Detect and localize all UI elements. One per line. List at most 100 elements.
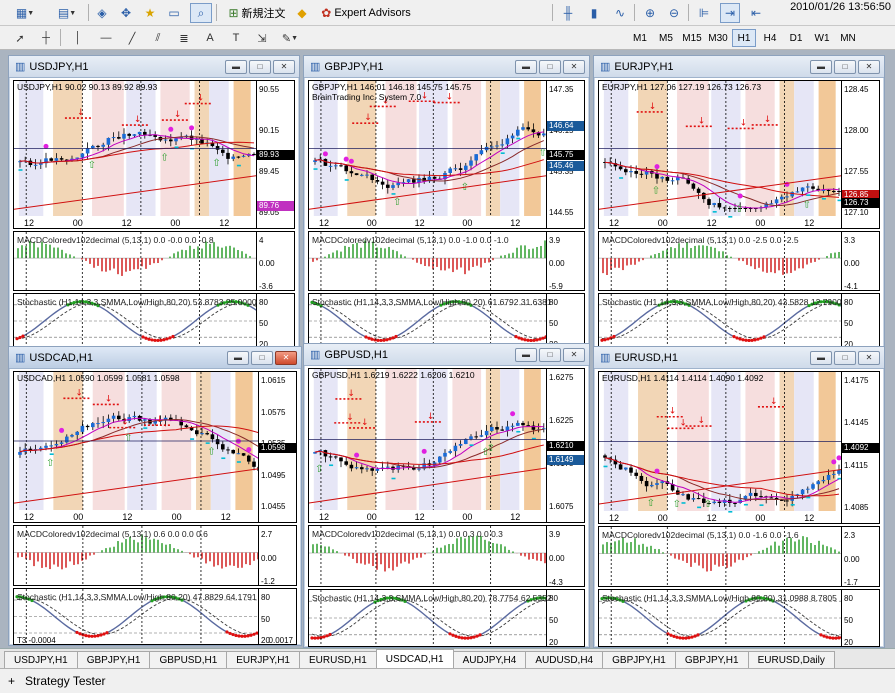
chart-window[interactable]: ▥GBPJPY,H1▬□✕↓↓↓↓⇧⇧⇧GBPJPY,H1 146.01 146… (303, 55, 590, 350)
shapes-dropdown[interactable]: ✎ ▼ (278, 28, 302, 48)
new-chart-button[interactable]: ▦ ▼ (6, 3, 44, 23)
close-button[interactable]: ✕ (858, 351, 880, 365)
vertical-line-tool[interactable]: │ (68, 28, 88, 48)
strategy-tester-bar[interactable]: + Strategy Tester (0, 668, 895, 693)
chart-window-titlebar[interactable]: ▥ USDJPY,H1 ▬ □ ✕ (9, 56, 299, 78)
expert-advisors-button[interactable]: ✿ Expert Advisors (314, 3, 418, 23)
chart-window[interactable]: ▥ USDCAD,H1 ▬ □ ✕ ↓ ↓ ↓ ↓ ⇧ ⇧ ⇧ USDCAD,H1 1.0590 1.0… (8, 346, 302, 646)
price-pane[interactable]: ↓ ↓ ↓ ↓ ⇧ ⇧ ⇧ EURUSD,H1 1.4114 1.4114 1.4090 1.… (598, 371, 880, 524)
close-button[interactable]: ✕ (858, 60, 880, 74)
chart-tab[interactable]: USDJPY,H1 (4, 651, 78, 668)
terminal-button[interactable]: ▭ (164, 3, 184, 23)
alert-button[interactable]: ◆ (292, 3, 312, 23)
minimize-button[interactable]: ▬ (810, 351, 832, 365)
minimize-button[interactable]: ▬ (810, 60, 832, 74)
macd-pane[interactable]: MACDColoredv102decimal (5,13,1) 0.0 0.3 … (308, 525, 585, 587)
maximize-button[interactable]: □ (251, 351, 273, 365)
chart-window-titlebar[interactable]: ▥ EURJPY,H1 ▬ □ ✕ (594, 56, 884, 78)
tester-collapse-icon[interactable]: + (8, 674, 15, 688)
chart-tab[interactable]: GBPJPY,H1 (76, 651, 151, 668)
line-chart-button[interactable]: ∿ (610, 3, 630, 23)
close-button[interactable]: ✕ (563, 60, 585, 74)
chart-tab[interactable]: AUDUSD,H4 (525, 651, 604, 668)
fibonacci-tool[interactable]: ≣ (174, 28, 194, 48)
macd-pane[interactable]: MACDColoredv102decimal (5,13,1) 0.0 -2.5… (598, 231, 880, 291)
timeframe-h1[interactable]: H1 (732, 29, 756, 47)
chart-tab[interactable]: AUDJPY,H4 (452, 651, 527, 668)
chart-window-titlebar[interactable]: ▥ EURUSD,H1 ▬ □ ✕ (594, 347, 884, 369)
chart-window[interactable]: ▥ GBPUSD,H1 ▬ □ ✕ ↓ ↓ ↓ ↓ ⇧ ⇧ ⇧ GBPUSD,H1 1.6219 1.6… (303, 343, 590, 648)
navigator-button[interactable]: ✥ (116, 3, 136, 23)
zoom-out-button[interactable]: ⊖ (664, 3, 684, 23)
cursor-tool[interactable]: ➚ (10, 28, 30, 48)
chart-window-titlebar[interactable]: ▥ GBPJPY,H1 ▬ □ ✕ (304, 56, 589, 78)
stochastic-pane[interactable]: Stochastic (H1,14,3,3,SMMA,Low/High,80,2… (308, 293, 585, 349)
label-tool[interactable]: T (226, 28, 246, 48)
tile-windows-button[interactable]: ⊫ (694, 3, 714, 23)
price-pane[interactable]: ↓ ↓ ↓ ↓ ⇧ ⇧ ⇧ USDCAD,H1 1.0590 1.0599 1.0581 1.… (13, 371, 297, 523)
arrow-tool[interactable]: ⇲ (252, 28, 272, 48)
chart-tab[interactable]: USDCAD,H1 (375, 649, 454, 668)
price-pane[interactable]: ↓ ↓ ↓ ↓ ⇧ ⇧ ⇧ USDJPY,H1 90.02 90.13 89.92 89.93… (13, 80, 295, 229)
minimize-button[interactable]: ▬ (515, 60, 537, 74)
timeframe-m30[interactable]: M30 (706, 29, 730, 47)
timeframe-mn[interactable]: MN (836, 29, 860, 47)
minimize-button[interactable]: ▬ (227, 351, 249, 365)
minimize-button[interactable]: ▬ (515, 348, 537, 362)
stop-marker (205, 442, 210, 444)
chart-window[interactable]: ▥ EURJPY,H1 ▬ □ ✕ ↓ ↓ ↓ ↓ ⇧ ⇧ ⇧ EURJPY,H1 127.06 127… (593, 55, 885, 350)
chart-window[interactable]: ▥ USDJPY,H1 ▬ □ ✕ ↓ ↓ ↓ ↓ ⇧ ⇧ ⇧ USDJPY,H1 90.02 90.1… (8, 55, 300, 350)
stochastic-pane[interactable]: Stochastic (H1,14,3,3,SMMA,Low/High,80,2… (598, 293, 880, 349)
macd-pane[interactable]: MACDColoredv102decimal (5,13,1) 0.0 -1.6… (598, 526, 880, 587)
crosshair-tool[interactable]: ┼ (36, 28, 56, 48)
chart-tab[interactable]: EURUSD,H1 (299, 651, 377, 668)
chart-tab[interactable]: GBPJPY,H1 (674, 651, 749, 668)
text-tool[interactable]: A (200, 28, 220, 48)
macd-pane[interactable]: MACDColoredv102decimal (5,13,1) 0.0 -0.0… (13, 231, 295, 291)
chart-shift-button[interactable]: ⇤ (746, 3, 766, 23)
maximize-button[interactable]: □ (539, 348, 561, 362)
price-pane[interactable]: ↓↓↓↓⇧⇧⇧GBPJPY,H1 146.01 146.18 145.75 14… (308, 80, 585, 229)
trendline-tool[interactable]: ╱ (122, 28, 142, 48)
profiles-button[interactable]: ▤ ▼ (48, 3, 86, 23)
oversold-mark (78, 632, 82, 636)
timeframe-m15[interactable]: M15 (680, 29, 704, 47)
macd-pane[interactable]: MACDColoredv102decimal (5,13,1) 0.6 0.0 … (13, 525, 297, 586)
timeframe-d1[interactable]: D1 (784, 29, 808, 47)
maximize-button[interactable]: □ (834, 351, 856, 365)
close-button[interactable]: ✕ (275, 351, 297, 365)
minimize-button[interactable]: ▬ (225, 60, 247, 74)
close-button[interactable]: ✕ (273, 60, 295, 74)
candle-chart-button[interactable]: ▮ (584, 3, 604, 23)
stochastic-pane[interactable]: Stochastic (H1,14,3,3,SMMA,Low/High,80,2… (598, 589, 880, 647)
timeframe-m1[interactable]: M1 (628, 29, 652, 47)
chart-tab[interactable]: EURUSD,Daily (747, 651, 835, 668)
favorites-button[interactable]: ★ (140, 3, 160, 23)
stochastic-pane[interactable]: Stochastic (H1,14,3,3,SMMA,Low/High,80,2… (308, 589, 585, 647)
auto-scroll-button[interactable]: ⇥ (720, 3, 740, 23)
channel-tool[interactable]: ⫽ (148, 28, 168, 48)
zoom-in-button[interactable]: ⊕ (640, 3, 660, 23)
new-order-button[interactable]: ⊞ 新規注文 (222, 3, 292, 23)
chart-tab[interactable]: GBPUSD,H1 (149, 651, 228, 668)
maximize-button[interactable]: □ (834, 60, 856, 74)
close-button[interactable]: ✕ (563, 348, 585, 362)
chart-window-titlebar[interactable]: ▥ GBPUSD,H1 ▬ □ ✕ (304, 344, 589, 366)
chart-window[interactable]: ▥ EURUSD,H1 ▬ □ ✕ ↓ ↓ ↓ ↓ ⇧ ⇧ ⇧ EURUSD,H1 1.4114 1.4… (593, 346, 885, 648)
timeframe-m5[interactable]: M5 (654, 29, 678, 47)
market-watch-button[interactable]: ◈ (92, 3, 112, 23)
tester-button[interactable]: ⌕ (190, 3, 212, 23)
timeframe-h4[interactable]: H4 (758, 29, 782, 47)
stochastic-pane[interactable]: Stochastic (H1,14,3,3,SMMA,Low/High,80,2… (13, 293, 295, 349)
chart-tab[interactable]: EURJPY,H1 (226, 651, 300, 668)
macd-pane[interactable]: MACDColoredv102decimal (5,13,1) 0.0 -1.0… (308, 231, 585, 291)
timeframe-w1[interactable]: W1 (810, 29, 834, 47)
horizontal-line-tool[interactable]: — (96, 28, 116, 48)
maximize-button[interactable]: □ (539, 60, 561, 74)
chart-tab[interactable]: GBPJPY,H1 (602, 651, 676, 668)
bar-chart-button[interactable]: ╫ (558, 3, 578, 23)
price-pane[interactable]: ↓ ↓ ↓ ↓ ⇧ ⇧ ⇧ EURJPY,H1 127.06 127.19 126.73 12… (598, 80, 880, 229)
chart-window-titlebar[interactable]: ▥ USDCAD,H1 ▬ □ ✕ (9, 347, 301, 369)
price-pane[interactable]: ↓ ↓ ↓ ↓ ⇧ ⇧ ⇧ GBPUSD,H1 1.6219 1.6222 1.6206 1.… (308, 368, 585, 523)
maximize-button[interactable]: □ (249, 60, 271, 74)
